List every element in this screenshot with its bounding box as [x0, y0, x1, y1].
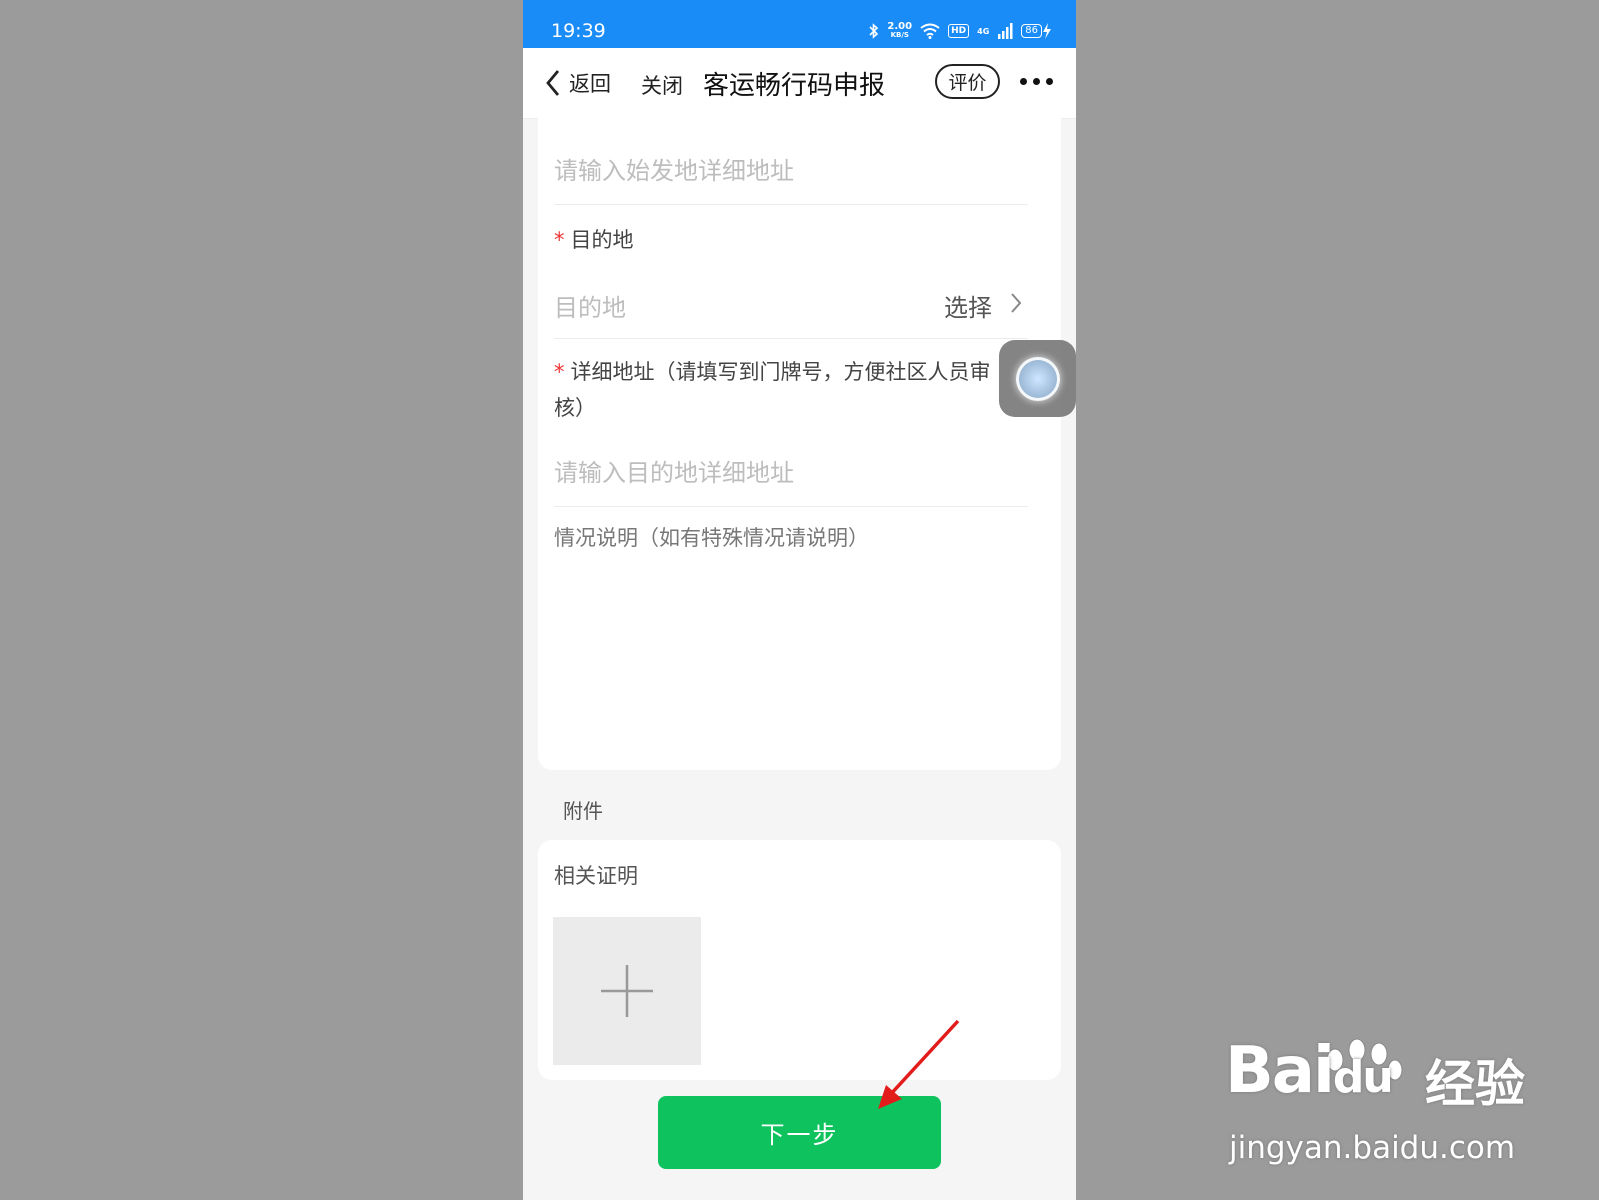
destination-select[interactable]: 目的地 选择	[554, 270, 1028, 339]
network-speed: 2.00 KB/S	[887, 22, 912, 40]
upload-button[interactable]	[553, 917, 701, 1065]
charging-icon	[1043, 23, 1051, 39]
status-icons: 2.00 KB/S HD 4G 86	[869, 22, 1052, 40]
required-mark: *	[554, 228, 565, 252]
status-time: 19:39	[551, 20, 606, 42]
assistive-touch-button[interactable]	[999, 340, 1076, 417]
annotation-arrow-icon	[878, 1019, 960, 1109]
back-button[interactable]: 返回	[545, 68, 611, 98]
more-options-icon[interactable]	[1020, 78, 1053, 85]
chevron-right-icon	[1011, 293, 1022, 313]
watermark-name: 经验	[1425, 1055, 1525, 1113]
network-type: 4G	[977, 26, 990, 36]
plus-icon	[601, 965, 653, 1017]
destination-label: * 目的地	[554, 222, 634, 258]
battery-level: 86	[1021, 24, 1042, 38]
destination-placeholder: 目的地	[554, 294, 626, 322]
dest-detail-label-line2: 核）	[554, 396, 596, 420]
watermark-logo-text: Baidu	[1225, 1034, 1394, 1108]
page-title: 客运畅行码申报	[703, 71, 886, 101]
rate-button[interactable]: 评价	[935, 64, 1000, 99]
address-form-card: *目的地 目的地 选择 *详细地址（请填写到门牌号，方便社区人员审 核）	[538, 118, 1061, 770]
hd-badge: HD	[948, 24, 970, 38]
speed-value: 2.00	[887, 21, 913, 32]
battery-indicator: 86	[1021, 23, 1052, 39]
bluetooth-icon	[869, 23, 879, 39]
required-mark: *	[554, 360, 565, 384]
dest-detail-input[interactable]	[554, 440, 1028, 507]
destination-label-text: 目的地	[570, 228, 634, 252]
wifi-icon	[920, 23, 940, 39]
watermark-url: jingyan.baidu.com	[1229, 1130, 1516, 1166]
back-label: 返回	[569, 72, 611, 96]
remarks-textarea[interactable]	[554, 522, 1028, 752]
status-bar: 19:39 2.00 KB/S HD 4G 86	[523, 0, 1076, 48]
phone-screen: 19:39 2.00 KB/S HD 4G 86 返回 关闭 客运畅行码申报 评…	[523, 0, 1076, 1200]
chevron-left-icon	[546, 70, 560, 96]
assistive-ring-icon	[1016, 357, 1060, 401]
close-button[interactable]: 关闭	[641, 70, 683, 100]
dest-detail-label-line1: 详细地址（请填写到门牌号，方便社区人员审	[570, 360, 991, 384]
destination-select-label: 选择	[944, 294, 992, 322]
nav-bar: 返回 关闭 客运畅行码申报 评价	[523, 48, 1076, 119]
baidu-watermark: Baidu 经验 jingyan.baidu.com	[1225, 1030, 1525, 1170]
origin-detail-input[interactable]	[554, 138, 1028, 205]
signal-icon	[998, 23, 1013, 39]
attachments-card: 相关证明	[538, 840, 1061, 1080]
attachments-section-title: 附件	[563, 799, 603, 823]
dest-detail-label: * 详细地址（请填写到门牌号，方便社区人员审 核）	[554, 354, 991, 426]
speed-unit: KB/S	[890, 31, 909, 39]
proof-label: 相关证明	[554, 864, 638, 888]
